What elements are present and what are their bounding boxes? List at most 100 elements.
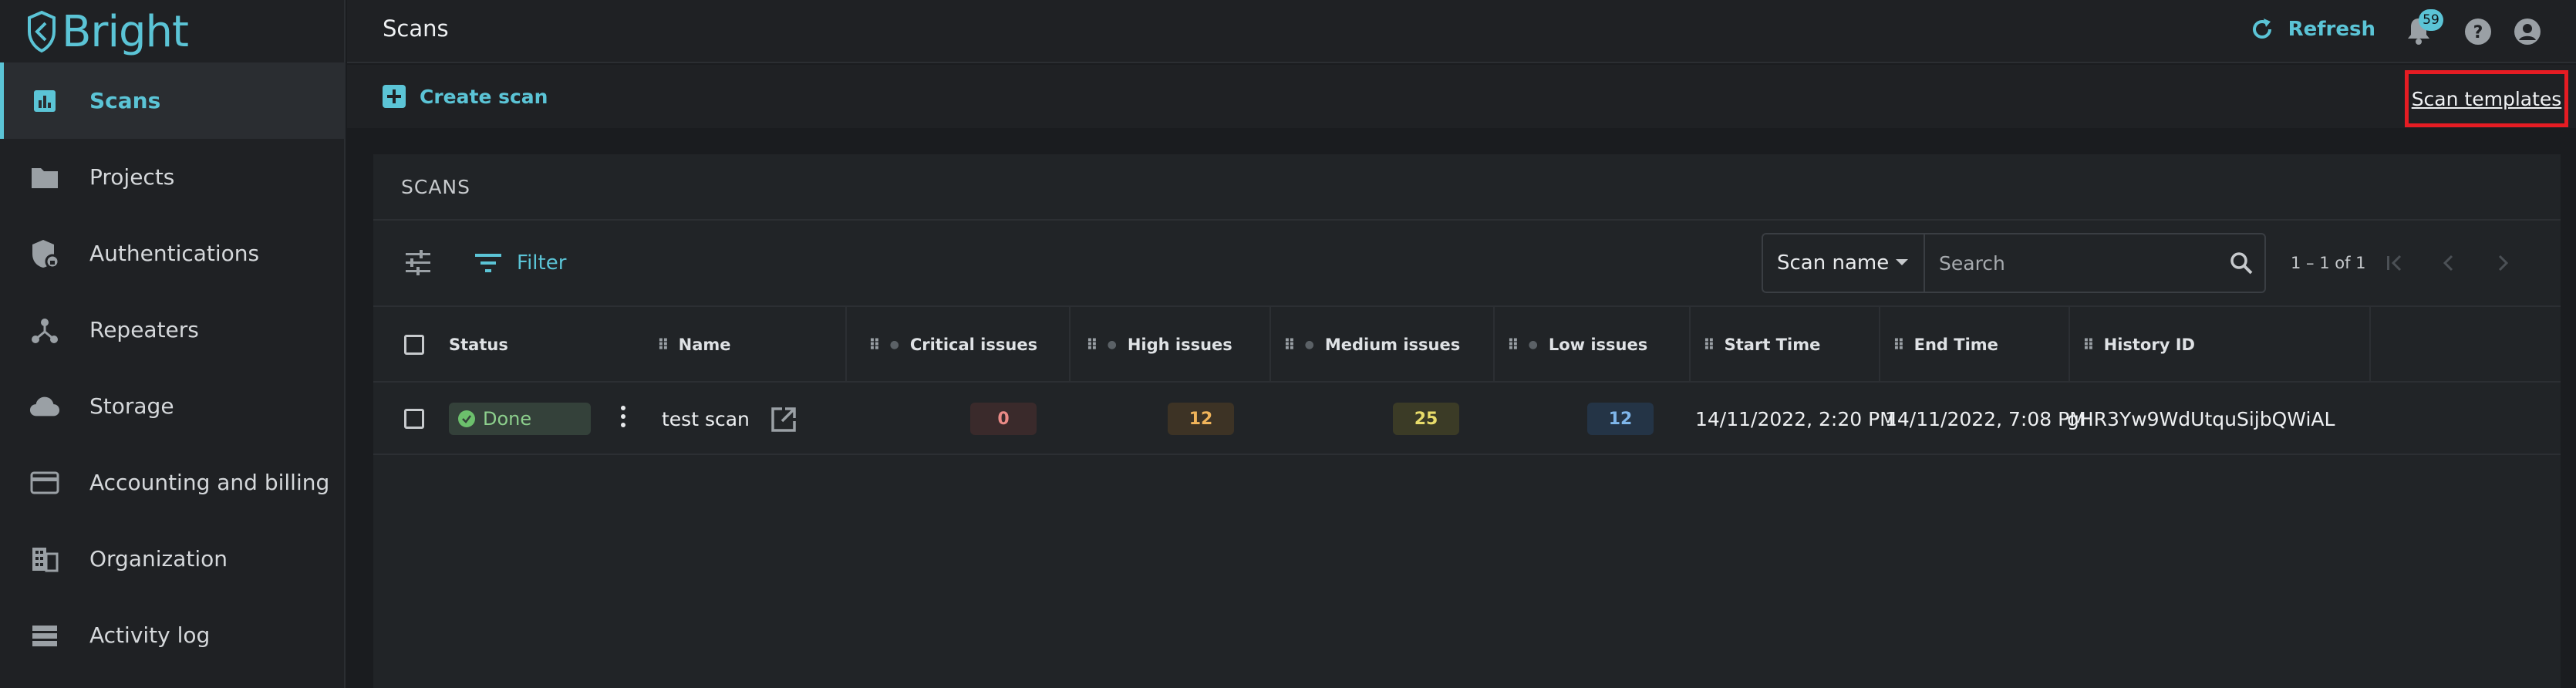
table-toolbar: Filter Scan name 1 – 1 of 1	[373, 221, 2561, 307]
column-divider	[2369, 307, 2371, 383]
sidebar-item-repeaters[interactable]: Repeaters	[0, 292, 346, 368]
logo-text: Bright	[62, 6, 189, 57]
sidebar-item-label: Storage	[89, 393, 174, 419]
chevron-down-icon	[1896, 259, 1908, 265]
cloud-icon	[29, 391, 60, 422]
help-icon: ?	[2465, 19, 2491, 45]
svg-text:?: ?	[2473, 23, 2483, 42]
column-header-history-id[interactable]: ⠿ History ID	[2082, 307, 2195, 383]
account-button[interactable]	[2513, 17, 2542, 49]
create-scan-button[interactable]: Create scan	[383, 85, 548, 108]
search-field-select[interactable]: Scan name	[1763, 234, 1925, 292]
sidebar-item-label: Scans	[89, 88, 161, 113]
select-all-checkbox[interactable]	[404, 335, 424, 355]
row-checkbox[interactable]	[404, 409, 424, 429]
column-header-critical-issues[interactable]: ⠿ ● Critical issues	[868, 307, 1037, 383]
table-row[interactable]: Done test scan 0 12 25 12 14/11/2022, 2:…	[373, 383, 2561, 455]
notifications-button[interactable]: 59	[2405, 9, 2443, 46]
first-page-button[interactable]	[2383, 251, 2406, 278]
sidebar-item-organization[interactable]: Organization	[0, 521, 346, 597]
top-bar: Scans Refresh 59 ?	[347, 0, 2576, 63]
drag-handle-icon[interactable]: ⠿	[1086, 336, 1098, 354]
refresh-icon	[2252, 19, 2271, 39]
filter-button[interactable]: Filter	[475, 251, 566, 275]
filter-icon	[475, 254, 501, 272]
notification-count-badge: 59	[2419, 9, 2443, 31]
column-label: Start Time	[1724, 336, 1821, 354]
drag-handle-icon[interactable]: ⠿	[1893, 336, 1905, 354]
scan-templates-link[interactable]: Scan templates	[2412, 88, 2562, 110]
sidebar-item-storage[interactable]: Storage	[0, 368, 346, 444]
sidebar-item-projects[interactable]: Projects	[0, 139, 346, 215]
sidebar-item-activity-log[interactable]: Activity log	[0, 597, 346, 673]
drag-handle-icon[interactable]: ⠿	[657, 336, 669, 354]
column-label: Status	[449, 336, 508, 354]
column-label: Low issues	[1548, 336, 1648, 354]
scan-name[interactable]: test scan	[662, 383, 750, 455]
refresh-button[interactable]: Refresh	[2250, 17, 2375, 42]
row-menu-button[interactable]	[619, 406, 628, 432]
search-icon[interactable]	[2218, 234, 2264, 292]
column-header-start-time[interactable]: ⠿ Start Time	[1703, 307, 1820, 383]
column-divider	[1689, 307, 1691, 383]
open-in-new-icon[interactable]	[770, 406, 797, 437]
sidebar-item-label: Repeaters	[89, 317, 199, 342]
drag-handle-icon[interactable]: ⠿	[2082, 336, 2095, 354]
add-icon	[383, 85, 406, 108]
bright-shield-icon	[28, 10, 56, 53]
column-header-status[interactable]: Status	[449, 307, 508, 383]
start-time: 14/11/2022, 2:20 PM	[1695, 407, 1897, 430]
list-icon	[29, 620, 60, 651]
column-divider	[1879, 307, 1880, 383]
pagination-range: 1 – 1 of 1	[2291, 254, 2366, 272]
folder-icon	[29, 162, 60, 193]
sort-indicator-icon: ●	[1528, 339, 1538, 351]
column-header-low-issues[interactable]: ⠿ ● Low issues	[1507, 307, 1647, 383]
first-page-icon	[2387, 255, 2402, 271]
drag-handle-icon[interactable]: ⠿	[1507, 336, 1519, 354]
column-label: Name	[678, 336, 731, 354]
sort-indicator-icon: ●	[1107, 339, 1117, 351]
help-button[interactable]: ?	[2463, 17, 2493, 49]
sort-indicator-icon: ●	[1304, 339, 1314, 351]
column-settings-icon[interactable]	[404, 250, 432, 279]
column-header-name[interactable]: ⠿ Name	[657, 307, 731, 383]
column-header-end-time[interactable]: ⠿ End Time	[1893, 307, 1998, 383]
sidebar-item-accounting-billing[interactable]: Accounting and billing	[0, 444, 346, 521]
column-divider	[1269, 307, 1271, 383]
building-icon	[29, 544, 60, 575]
high-issues-count: 12	[1168, 403, 1234, 435]
history-id: gHR3Yw9WdUtquSijbQWiAL	[2067, 407, 2335, 430]
scan-templates-highlight: Scan templates	[2405, 70, 2568, 127]
sidebar-item-label: Authentications	[89, 241, 260, 266]
sidebar-item-label: Activity log	[89, 622, 211, 648]
table-header: Status ⠿ Name ⠿ ● Critical issues ⠿ ● High is…	[373, 307, 2561, 383]
sidebar-item-scans[interactable]: Scans	[0, 62, 346, 139]
column-label: History ID	[2103, 336, 2195, 354]
drag-handle-icon[interactable]: ⠿	[1283, 336, 1296, 354]
next-page-button[interactable]	[2491, 251, 2514, 278]
account-icon	[2514, 19, 2541, 45]
sidebar-item-label: Organization	[89, 546, 228, 572]
search-input[interactable]	[1925, 234, 2218, 292]
low-issues-count: 12	[1587, 403, 1654, 435]
sidebar-item-authentications[interactable]: Authentications	[0, 215, 346, 292]
column-label: High issues	[1127, 336, 1232, 354]
previous-page-button[interactable]	[2437, 251, 2460, 278]
search-group: Scan name	[1762, 233, 2266, 293]
filter-label: Filter	[517, 251, 567, 275]
status-badge: Done	[449, 403, 591, 435]
drag-handle-icon[interactable]: ⠿	[1703, 336, 1715, 354]
column-header-medium-issues[interactable]: ⠿ ● Medium issues	[1283, 307, 1460, 383]
page-title: Scans	[383, 15, 449, 42]
column-label: Medium issues	[1324, 336, 1461, 354]
bright-logo[interactable]: Bright	[26, 5, 189, 59]
check-circle-icon	[458, 410, 475, 427]
sort-indicator-icon: ●	[889, 339, 899, 351]
sidebar: Bright Scans Projects Authentications Re…	[0, 0, 346, 688]
drag-handle-icon[interactable]: ⠿	[868, 336, 881, 354]
chevron-left-icon	[2443, 255, 2453, 271]
column-header-high-issues[interactable]: ⠿ ● High issues	[1086, 307, 1232, 383]
sidebar-item-label: Accounting and billing	[89, 470, 330, 495]
scans-card: SCANS Filter Scan name 1 – 1 of 1	[373, 154, 2561, 688]
